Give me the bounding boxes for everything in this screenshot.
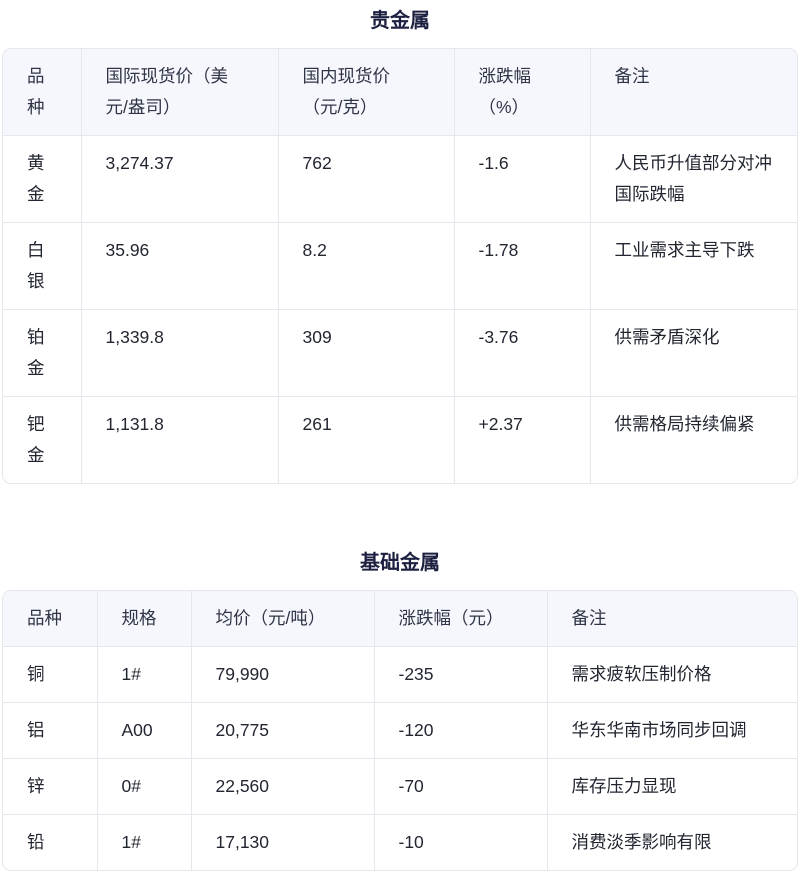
cell-domestic-price: 261 [278, 396, 455, 483]
cell-spec: 0# [97, 758, 192, 815]
col-header-intl-price: 国际现货价（美元/盎司） [81, 49, 279, 136]
cell-change: -10 [374, 814, 548, 870]
cell-avg-price: 20,775 [191, 702, 375, 759]
base-metals-title: 基础金属 [360, 552, 440, 574]
cell-change: -235 [374, 646, 548, 703]
cell-note: 人民币升值部分对冲国际跌幅 [590, 135, 797, 223]
precious-metals-grid: 品种 国际现货价（美元/盎司） 国内现货价（元/克） 涨跌幅（%） 备注 黄金 … [3, 49, 797, 483]
cell-note: 供需矛盾深化 [590, 309, 797, 397]
cell-variety: 黄金 [3, 135, 82, 223]
table-row: 锌 0# 22,560 -70 库存压力显现 [3, 758, 797, 815]
col-header-change: 涨跌幅（%） [454, 49, 591, 136]
cell-intl-price: 3,274.37 [81, 135, 279, 223]
table-row: 钯金 1,131.8 261 +2.37 供需格局持续偏紧 [3, 396, 797, 483]
cell-variety: 锌 [3, 758, 98, 815]
cell-variety: 铝 [3, 702, 98, 759]
col-header-variety: 品种 [3, 591, 98, 647]
cell-change: -120 [374, 702, 548, 759]
cell-avg-price: 22,560 [191, 758, 375, 815]
cell-variety: 白银 [3, 222, 82, 310]
col-header-note: 备注 [547, 591, 797, 647]
cell-intl-price: 1,339.8 [81, 309, 279, 397]
cell-intl-price: 35.96 [81, 222, 279, 310]
col-header-change: 涨跌幅（元） [374, 591, 548, 647]
cell-variety: 铂金 [3, 309, 82, 397]
cell-intl-price: 1,131.8 [81, 396, 279, 483]
cell-domestic-price: 309 [278, 309, 455, 397]
col-header-avg-price: 均价（元/吨） [191, 591, 375, 647]
table-row: 铜 1# 79,990 -235 需求疲软压制价格 [3, 646, 797, 703]
cell-variety: 铜 [3, 646, 98, 703]
cell-change: -1.6 [454, 135, 591, 223]
cell-change: +2.37 [454, 396, 591, 483]
base-metals-table: 品种 规格 均价（元/吨） 涨跌幅（元） 备注 铜 1# 79,990 -235… [2, 590, 798, 871]
col-header-spec: 规格 [97, 591, 192, 647]
cell-note: 消费淡季影响有限 [571, 832, 712, 852]
table-row: 铅 1# 17,130 -10 消费淡季影响有限 [3, 814, 797, 870]
cell-spec: A00 [97, 702, 192, 759]
base-metals-grid: 品种 规格 均价（元/吨） 涨跌幅（元） 备注 铜 1# 79,990 -235… [3, 591, 797, 870]
cell-domestic-price: 8.2 [278, 222, 455, 310]
cell-variety: 钯金 [3, 396, 82, 483]
cell-change: -3.76 [454, 309, 591, 397]
col-header-intl-price-label: 国际现货价（美元/盎司） [105, 66, 229, 117]
table-row: 黄金 3,274.37 762 -1.6 人民币升值部分对冲国际跌幅 [3, 135, 797, 223]
cell-domestic-price: 762 [278, 135, 455, 223]
table-row: 铂金 1,339.8 309 -3.76 供需矛盾深化 [3, 309, 797, 397]
precious-metals-table: 品种 国际现货价（美元/盎司） 国内现货价（元/克） 涨跌幅（%） 备注 黄金 … [2, 48, 798, 484]
precious-metals-title: 贵金属 [370, 10, 430, 32]
col-header-note: 备注 [590, 49, 797, 136]
col-header-variety: 品种 [3, 49, 82, 136]
col-header-change-label: 涨跌幅（%） [478, 66, 532, 117]
cell-note: 工业需求主导下跌 [590, 222, 797, 310]
cell-change: -70 [374, 758, 548, 815]
cell-note: 需求疲软压制价格 [547, 646, 797, 703]
cell-spec: 1# [97, 646, 192, 703]
cell-spec: 1# [97, 814, 192, 870]
cell-avg-price: 17,130 [191, 814, 375, 870]
cell-change: -1.78 [454, 222, 591, 310]
col-header-domestic-price-label: 国内现货价（元/克） [302, 66, 391, 117]
cell-note: 华东华南市场同步回调 [547, 702, 797, 759]
page: 贵金属 品种 国际现货价（美元/盎司） 国内现货价（元/克） 涨跌幅（%） 备注… [0, 0, 800, 871]
cell-avg-price: 79,990 [191, 646, 375, 703]
table-row: 铝 A00 20,775 -120 华东华南市场同步回调 [3, 702, 797, 759]
cell-variety: 铅 [3, 814, 98, 870]
cell-note: 库存压力显现 [547, 758, 797, 815]
header-row: 品种 规格 均价（元/吨） 涨跌幅（元） 备注 [3, 591, 797, 647]
col-header-domestic-price: 国内现货价（元/克） [278, 49, 455, 136]
table-row: 白银 35.96 8.2 -1.78 工业需求主导下跌 [3, 222, 797, 310]
header-row: 品种 国际现货价（美元/盎司） 国内现货价（元/克） 涨跌幅（%） 备注 [3, 49, 797, 136]
cell-note: 供需格局持续偏紧 [614, 414, 755, 434]
